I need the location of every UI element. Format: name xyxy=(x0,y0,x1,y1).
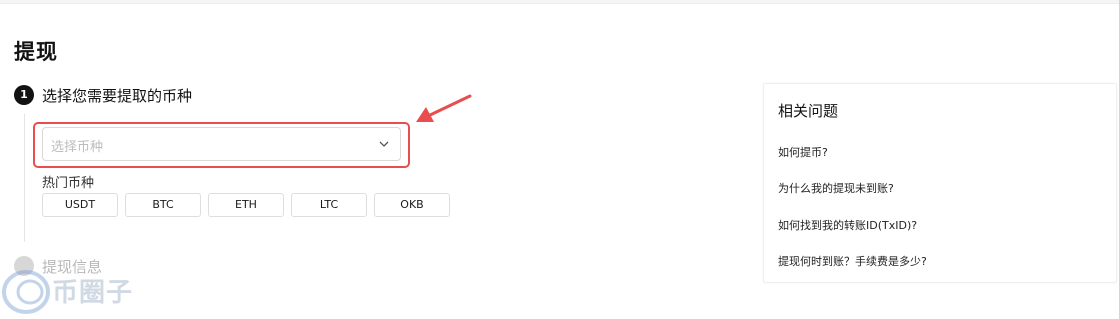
faq-title: 相关问题 xyxy=(778,102,839,120)
currency-select-placeholder: 选择币种 xyxy=(51,140,104,155)
watermark-text: 币圈子 xyxy=(52,278,134,308)
page-title: 提现 xyxy=(14,40,58,64)
step-1-number: 1 xyxy=(14,85,34,105)
hot-coins-label: 热门币种 xyxy=(42,176,95,191)
faq-link-not-received[interactable]: 为什么我的提现未到账? xyxy=(778,180,894,196)
coin-button-btc[interactable]: BTC xyxy=(125,193,201,217)
step-connector-line xyxy=(24,114,25,242)
coin-button-eth[interactable]: ETH xyxy=(208,193,284,217)
faq-link-find-txid[interactable]: 如何找到我的转账ID(TxID)? xyxy=(778,217,917,233)
annotation-arrow-icon xyxy=(416,94,472,122)
currency-select[interactable]: 选择币种 xyxy=(42,127,401,161)
coin-button-ltc[interactable]: LTC xyxy=(291,193,367,217)
chevron-down-icon xyxy=(379,141,389,147)
coin-button-usdt[interactable]: USDT xyxy=(42,193,118,217)
faq-link-arrival-fee[interactable]: 提现何时到账？手续费是多少? xyxy=(778,253,927,269)
coin-button-okb[interactable]: OKB xyxy=(374,193,450,217)
faq-panel: 相关问题 如何提币? 为什么我的提现未到账? 如何找到我的转账ID(TxID)?… xyxy=(763,83,1117,283)
step-1-title: 选择您需要提取的币种 xyxy=(42,87,193,105)
top-bar xyxy=(0,0,1119,4)
faq-link-how-to-withdraw[interactable]: 如何提币? xyxy=(778,144,828,160)
